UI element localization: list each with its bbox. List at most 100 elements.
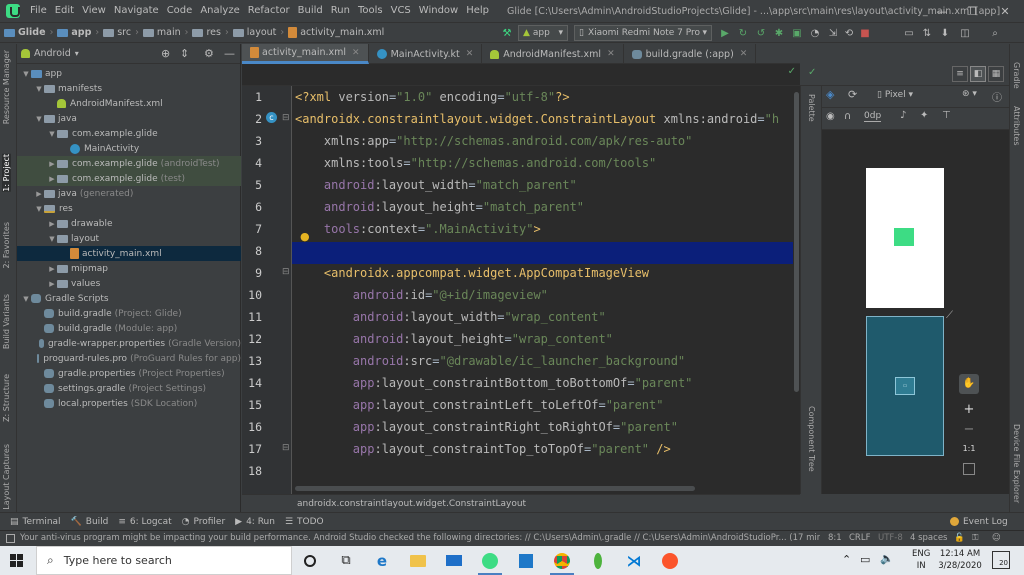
- menu-analyze[interactable]: Analyze: [196, 0, 243, 22]
- design-preview[interactable]: [866, 168, 944, 308]
- tool-tab-logcat[interactable]: ≡ 6: Logcat: [118, 517, 171, 527]
- mail-icon[interactable]: [436, 546, 472, 575]
- menu-help[interactable]: Help: [462, 0, 493, 22]
- breadcrumb-file[interactable]: activity_main.xml: [284, 27, 384, 38]
- tool-tab-todo[interactable]: ☰ TODO: [285, 517, 324, 527]
- code-line[interactable]: android:layout_width="match_parent": [295, 174, 577, 196]
- fold-icon[interactable]: ⊟: [282, 267, 290, 277]
- tab-attributes[interactable]: Attributes: [1012, 106, 1021, 146]
- image-view-preview[interactable]: [894, 228, 914, 246]
- code-line[interactable]: android:layout_height="match_parent": [295, 196, 584, 218]
- warning-icon[interactable]: ⓘ: [992, 89, 1002, 104]
- windows-start-icon[interactable]: [10, 554, 23, 567]
- zoom-out-icon[interactable]: −: [959, 422, 979, 437]
- menu-refactor[interactable]: Refactor: [244, 0, 294, 22]
- xml-breadcrumb[interactable]: androidx.constraintlayout.widget.Constra…: [242, 494, 800, 512]
- minimize-button[interactable]: —: [927, 0, 957, 22]
- tree-item[interactable]: MainActivity: [17, 141, 241, 156]
- code-line[interactable]: tools:context=".MainActivity">: [295, 218, 541, 240]
- lock-icon[interactable]: 🔓: [954, 531, 965, 546]
- eye-icon[interactable]: ◉: [826, 111, 835, 122]
- blueprint-preview[interactable]: ▭: [866, 316, 944, 456]
- fold-end-icon[interactable]: ⊟: [282, 443, 290, 453]
- tool-tab-build[interactable]: 🔨 Build: [71, 517, 109, 527]
- tab-gradle[interactable]: Gradle: [1012, 62, 1021, 89]
- editor-tab[interactable]: build.gradle (:app) ✕: [624, 44, 757, 64]
- caret-position[interactable]: 8:1: [828, 531, 842, 546]
- chevron-up-icon[interactable]: ⌃: [842, 553, 851, 566]
- inspector-icon[interactable]: ☺: [992, 531, 1001, 546]
- apply-changes-icon[interactable]: ↻: [736, 26, 750, 40]
- magnet-icon[interactable]: ∩: [844, 111, 851, 122]
- menu-tools[interactable]: Tools: [354, 0, 387, 22]
- infer-constraints-icon[interactable]: ✦: [920, 110, 928, 121]
- menu-window[interactable]: Window: [415, 0, 462, 22]
- run-icon[interactable]: ▶: [718, 26, 732, 40]
- git-icon[interactable]: ⚿: [972, 531, 978, 546]
- tree-item[interactable]: ▼ manifests: [17, 81, 241, 96]
- tree-item[interactable]: settings.gradle (Project Settings): [17, 381, 241, 396]
- close-button[interactable]: ✕: [990, 0, 1020, 22]
- close-tab-icon[interactable]: ✕: [352, 48, 360, 58]
- expand-arrow-icon[interactable]: ▼: [34, 115, 44, 123]
- chrome-icon[interactable]: [544, 546, 580, 575]
- store-icon[interactable]: [508, 546, 544, 575]
- collapse-arrow-icon[interactable]: ▶: [47, 175, 57, 183]
- horizontal-scrollbar[interactable]: [295, 486, 695, 491]
- code-line[interactable]: <androidx.constraintlayout.widget.Constr…: [295, 108, 779, 130]
- menu-view[interactable]: View: [78, 0, 110, 22]
- tree-item[interactable]: gradle-wrapper.properties (Gradle Version…: [17, 336, 241, 351]
- code-line[interactable]: android:layout_height="wrap_content": [295, 328, 613, 350]
- tree-item[interactable]: AndroidManifest.xml: [17, 96, 241, 111]
- breadcrumb-main[interactable]: main ›: [139, 27, 188, 38]
- vscode-icon[interactable]: ⋊: [616, 546, 652, 575]
- code-line[interactable]: app:layout_constraintRight_toRightOf="pa…: [295, 416, 678, 438]
- expand-arrow-icon[interactable]: ▼: [21, 295, 31, 303]
- tree-item[interactable]: build.gradle (Module: app): [17, 321, 241, 336]
- status-message[interactable]: Your anti-virus program might be impacti…: [20, 531, 820, 546]
- tree-item[interactable]: ▶ drawable: [17, 216, 241, 231]
- resize-handle-icon[interactable]: ⟋: [946, 310, 953, 321]
- stop-icon[interactable]: ■: [858, 26, 872, 40]
- fold-icon[interactable]: ⊟: [282, 113, 290, 123]
- cortana-icon[interactable]: [292, 546, 328, 575]
- default-margin-select[interactable]: 0dp: [864, 111, 882, 122]
- tree-item[interactable]: ▶ values: [17, 276, 241, 291]
- sdk-manager-icon[interactable]: ⬇: [938, 26, 952, 40]
- toggle-tool-windows-icon[interactable]: [6, 534, 15, 543]
- device-select[interactable]: ▯ Xiaomi Redmi Note 7 Pro ▾: [574, 25, 712, 41]
- restore-button[interactable]: ❐: [957, 0, 987, 22]
- search-icon[interactable]: ⌕: [988, 26, 1002, 40]
- close-tab-icon[interactable]: ✕: [607, 49, 615, 59]
- hammer-icon[interactable]: ⚒: [500, 26, 514, 40]
- code-line[interactable]: android:src="@drawable/ic_launcher_backg…: [295, 350, 685, 372]
- layout-inspector-icon[interactable]: ◫: [958, 26, 972, 40]
- split-view-icon[interactable]: ◧: [970, 66, 986, 82]
- tab-device-file-explorer[interactable]: Device File Explorer: [1012, 424, 1021, 503]
- tab-resource-manager[interactable]: Resource Manager: [2, 50, 11, 124]
- breadcrumb-app[interactable]: app ›: [53, 27, 99, 38]
- zoom-in-icon[interactable]: +: [959, 402, 979, 417]
- zoom-fit-icon[interactable]: [963, 463, 975, 475]
- expand-arrow-icon[interactable]: ▼: [34, 85, 44, 93]
- expand-arrow-icon[interactable]: ▼: [47, 235, 57, 243]
- code-line[interactable]: app:layout_constraintBottom_toBottomOf="…: [295, 372, 693, 394]
- breadcrumb-layout[interactable]: layout ›: [229, 27, 284, 38]
- editor-tab[interactable]: AndroidManifest.xml ✕: [482, 44, 624, 64]
- tab-structure[interactable]: Z: Structure: [2, 374, 11, 422]
- avd-manager-icon[interactable]: ▭: [902, 26, 916, 40]
- scroll-thumb[interactable]: [794, 92, 799, 392]
- layers-icon[interactable]: ◈: [826, 88, 834, 101]
- editor-tab[interactable]: activity_main.xml ✕: [242, 44, 369, 64]
- collapse-arrow-icon[interactable]: ▶: [34, 190, 44, 198]
- code-line[interactable]: xmlns:tools="http://schemas.android.com/…: [295, 152, 656, 174]
- api-level-icon[interactable]: ⊛ ▾: [962, 89, 977, 99]
- android-studio-taskbar-icon[interactable]: [472, 546, 508, 575]
- collapse-arrow-icon[interactable]: ▶: [47, 220, 57, 228]
- tab-build-variants[interactable]: Build Variants: [2, 294, 11, 349]
- tab-project[interactable]: 1: Project: [2, 154, 11, 192]
- tool-tab-run[interactable]: ▶ 4: Run: [235, 517, 275, 527]
- collapse-arrow-icon[interactable]: ▶: [47, 280, 57, 288]
- menu-edit[interactable]: Edit: [51, 0, 78, 22]
- sync-project-icon[interactable]: ⇅: [920, 26, 934, 40]
